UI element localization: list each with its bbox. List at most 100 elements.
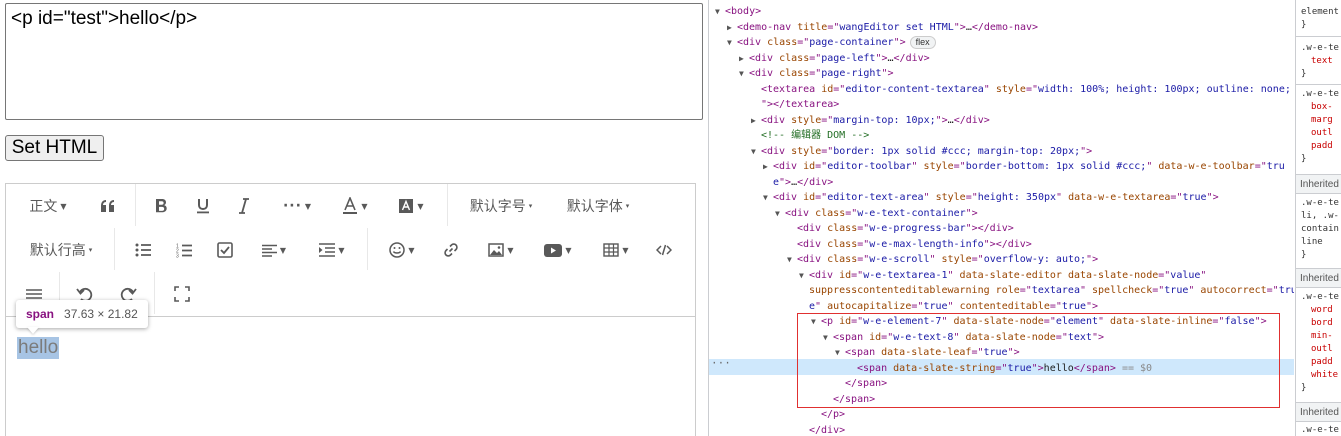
dom-node-line[interactable]: ▼ <div id="w-e-textarea-1" data-slate-edi… [709, 268, 1294, 284]
html-content-textarea[interactable] [5, 3, 703, 120]
bulleted-list-button[interactable] [127, 231, 159, 269]
insert-link-button[interactable] [435, 231, 467, 269]
style-rule-line[interactable]: element [1301, 6, 1339, 19]
font-size-select[interactable]: 默认字号 ▾ [457, 187, 545, 225]
editor-text-area[interactable] [6, 318, 695, 436]
style-rule-line[interactable]: outl [1311, 127, 1333, 140]
dom-node-line[interactable]: ▼ <div style="border: 1px solid #ccc; mar… [709, 144, 1294, 160]
dom-node-line[interactable]: suppresscontenteditablewarning role="tex… [709, 283, 1294, 299]
dom-node-line[interactable]: <!-- 编辑器 DOM --> [709, 128, 1294, 144]
elements-tree[interactable]: ··· ▼ <body> ▶ <demo-nav title="wangEditor … [709, 0, 1294, 436]
todo-button[interactable] [209, 231, 241, 269]
dom-node-line[interactable]: ▼ <div class="w-e-scroll" style="overflow… [709, 252, 1294, 268]
background-color-button[interactable]: ▼ [388, 187, 434, 225]
line-height-select[interactable]: 默认行高 ▾ [20, 231, 102, 269]
more-style-button[interactable]: ··· ▼ [274, 187, 320, 225]
style-rule-line[interactable]: bord [1311, 317, 1333, 330]
dom-node-line[interactable]: e">…</div> [709, 175, 1294, 191]
style-rule-line[interactable]: text [1311, 55, 1333, 68]
style-rule-line[interactable]: word [1311, 304, 1333, 317]
blockquote-button[interactable] [92, 187, 124, 225]
collapse-triangle-icon[interactable]: ▶ [727, 20, 737, 36]
chevron-down-icon: ▼ [279, 245, 287, 255]
style-rule-line[interactable]: .w-e-te [1301, 88, 1339, 101]
justify-button[interactable]: ▼ [251, 231, 297, 269]
dom-node-line[interactable]: ▼ <div id="editor-text-area" style="heigh… [709, 190, 1294, 206]
insert-video-button[interactable]: ▼ [535, 231, 581, 269]
heading-select[interactable]: 正文 ▼ [20, 187, 76, 225]
insert-table-button[interactable]: ▼ [593, 231, 639, 269]
fullscreen-button[interactable] [166, 275, 198, 313]
dom-token: editor-toolbar [827, 161, 912, 172]
style-rule-line[interactable]: .w-e-te [1301, 424, 1339, 436]
dom-node-line[interactable]: ▶ <div class="page-left">…</div> [709, 51, 1294, 67]
style-rule-line[interactable]: .w-e-te [1301, 291, 1339, 304]
dom-token: class [779, 52, 810, 64]
style-rule-line[interactable]: } [1301, 153, 1306, 166]
collapse-triangle-icon[interactable]: ▶ [763, 159, 773, 175]
font-family-select[interactable]: 默认字体 ▾ [554, 187, 642, 225]
font-color-button[interactable]: ▼ [332, 187, 378, 225]
numbered-list-button[interactable]: 123 [168, 231, 200, 269]
style-rule-line[interactable]: contain [1301, 223, 1339, 236]
dom-node-line[interactable]: e" autocapitalize="true" contenteditable… [709, 299, 1294, 315]
style-rule-line[interactable]: } [1301, 249, 1306, 262]
chevron-down-icon: ▾ [528, 202, 533, 210]
dom-node-line[interactable]: <div class="w-e-max-length-info"></div> [709, 237, 1294, 253]
dom-node-line[interactable]: ▼ <div class="page-container"> flex [709, 35, 1294, 51]
inherited-header: Inherited [1296, 268, 1341, 288]
style-rule-line[interactable]: li, .w- [1301, 210, 1339, 223]
expand-triangle-icon[interactable]: ▼ [787, 252, 797, 268]
code-block-button[interactable] [648, 231, 680, 269]
expand-triangle-icon[interactable]: ▼ [715, 4, 725, 20]
collapse-triangle-icon[interactable]: ▶ [751, 113, 761, 129]
italic-button[interactable] [228, 187, 260, 225]
dom-token: margin-top: 10px; [833, 114, 936, 126]
dom-node-line[interactable]: "></textarea> [709, 97, 1294, 113]
dom-node-line[interactable]: </p> [709, 407, 1294, 423]
style-rule-line[interactable]: outl [1311, 343, 1333, 356]
style-rule-line[interactable]: padd [1311, 140, 1333, 153]
editor-toolbar: 正文 ▼ ··· ▼ ▼ ▼ 默认字号 ▾ 默认字体 ▾ 默认行高 ▾ 1 2 … [6, 184, 695, 317]
style-rule-line[interactable]: marg [1311, 114, 1333, 127]
expand-triangle-icon[interactable]: ▼ [763, 190, 773, 206]
dom-token: =" [857, 223, 870, 234]
set-html-button[interactable]: Set HTML [5, 135, 104, 161]
style-rule-line[interactable]: min- [1311, 330, 1333, 343]
editor-hello-text[interactable]: hello [17, 337, 60, 359]
emotion-button[interactable]: ▼ [379, 231, 425, 269]
collapse-triangle-icon[interactable]: ▶ [739, 51, 749, 67]
dom-token: "> [965, 207, 978, 219]
dom-node-line[interactable]: <div class="w-e-progress-bar"></div> [709, 221, 1294, 237]
style-rule-line[interactable]: } [1301, 382, 1306, 395]
bold-button[interactable] [145, 187, 177, 225]
style-rule-line[interactable]: line [1301, 236, 1323, 249]
dom-node-line[interactable]: ▼ <div class="w-e-text-container"> [709, 206, 1294, 222]
style-rule-line[interactable]: box- [1311, 101, 1333, 114]
dom-token: =" [857, 254, 870, 265]
expand-triangle-icon[interactable]: ▼ [775, 206, 785, 222]
style-rule-line[interactable]: white [1311, 369, 1338, 382]
dom-node-line[interactable]: </div> [709, 423, 1294, 436]
insert-image-button[interactable]: ▼ [478, 231, 524, 269]
expand-triangle-icon[interactable]: ▼ [751, 144, 761, 160]
style-rule-line[interactable]: .w-e-te [1301, 197, 1339, 210]
dom-node-line[interactable]: ▶ <div style="margin-top: 10px;">…</div> [709, 113, 1294, 129]
style-rule-line[interactable]: .w-e-te [1301, 42, 1339, 55]
indent-button[interactable]: ▼ [309, 231, 355, 269]
dom-node-line[interactable]: ▼ <div class="page-right"> [709, 66, 1294, 82]
dom-node-line[interactable]: ▼ <body> [709, 4, 1294, 20]
dom-token: style [935, 192, 966, 203]
expand-triangle-icon[interactable]: ▼ [799, 268, 809, 284]
dom-node-line[interactable]: ▶ <div id="editor-toolbar" style="border-… [709, 159, 1294, 175]
dom-node-line[interactable]: <textarea id="editor-content-textarea" s… [709, 82, 1294, 98]
underline-button[interactable] [187, 187, 219, 225]
dom-token: "> [881, 68, 894, 79]
style-rule-line[interactable]: } [1301, 19, 1306, 32]
style-rule-line[interactable]: } [1301, 68, 1306, 81]
flex-badge[interactable]: flex [909, 36, 936, 49]
dom-node-line[interactable]: ▶ <demo-nav title="wangEditor set HTML">…… [709, 20, 1294, 36]
style-rule-line[interactable]: padd [1311, 356, 1333, 369]
expand-triangle-icon[interactable]: ▼ [739, 66, 749, 82]
expand-triangle-icon[interactable]: ▼ [727, 35, 737, 51]
